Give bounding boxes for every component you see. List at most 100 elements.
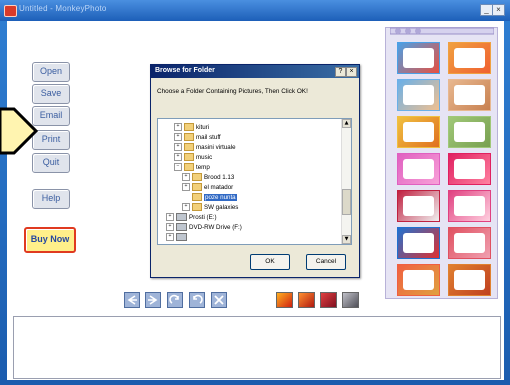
frame-thumbnail[interactable]	[448, 42, 491, 74]
buy-now-button[interactable]: Buy Now	[24, 227, 76, 253]
tree-item-label: SW galaxies	[204, 204, 239, 211]
rotate-left-icon[interactable]	[189, 292, 205, 308]
expand-toggle-icon[interactable]: +	[182, 183, 190, 192]
tree-item-label: mail stuff	[196, 134, 221, 141]
scroll-up-icon[interactable]: ▲	[342, 119, 351, 128]
effect-gray-icon[interactable]	[342, 292, 359, 308]
effect-fire2-icon[interactable]	[298, 292, 315, 308]
caption-textarea[interactable]	[13, 316, 501, 379]
dialog-close-button[interactable]: ×	[346, 67, 357, 77]
open-button[interactable]: Open	[32, 62, 70, 82]
tree-item-label: el matador	[204, 184, 234, 191]
expand-toggle-icon[interactable]: +	[166, 223, 174, 232]
expand-toggle-icon[interactable]: +	[182, 173, 190, 182]
expand-toggle-icon[interactable]: +	[174, 153, 182, 162]
effect-fire-icon[interactable]	[276, 292, 293, 308]
tree-item[interactable]: +	[166, 233, 189, 242]
tree-item[interactable]: + SW galaxies	[182, 203, 238, 212]
frame-thumbnail[interactable]	[448, 227, 491, 259]
expand-toggle-icon[interactable]: +	[174, 133, 182, 142]
delete-icon[interactable]	[211, 292, 227, 308]
tree-item[interactable]: + Prosti (E:)	[166, 213, 217, 222]
frame-thumbnail[interactable]	[397, 153, 440, 185]
tree-item-label: masini virtuale	[196, 144, 236, 151]
frame-photo-area	[454, 270, 485, 290]
title-bar[interactable]: Untitled - MonkeyPhoto _ ×	[0, 0, 510, 21]
frame-thumbnail[interactable]	[397, 42, 440, 74]
tree-item[interactable]: + mail stuff	[174, 133, 221, 142]
expand-toggle-icon[interactable]: −	[174, 163, 182, 172]
expand-toggle-icon[interactable]: +	[174, 123, 182, 132]
folder-icon	[192, 193, 202, 202]
frame-photo-area	[403, 196, 434, 216]
dialog-title: Browse for Folder	[155, 67, 215, 74]
folder-icon	[192, 173, 202, 182]
expand-toggle-icon[interactable]: +	[166, 213, 174, 222]
folder-tree[interactable]: ▲ ▼ + kituri + mail stuff + masini virtuale + m…	[157, 118, 352, 245]
frame-photo-area	[454, 233, 485, 253]
expand-toggle-icon[interactable]: +	[166, 233, 174, 242]
dialog-instruction: Choose a Folder Containing Pictures, The…	[157, 88, 308, 95]
tree-item[interactable]: − temp	[174, 163, 210, 172]
dialog-help-button[interactable]: ?	[335, 67, 346, 77]
drive-icon	[176, 223, 187, 232]
back-icon[interactable]	[124, 292, 140, 308]
ok-button[interactable]: OK	[250, 254, 290, 270]
frame-photo-area	[454, 85, 485, 105]
scroll-down-icon[interactable]: ▼	[342, 235, 351, 244]
frame-photo-area	[454, 48, 485, 68]
frame-photo-area	[403, 233, 434, 253]
app-window: Untitled - MonkeyPhoto _ × Open Save Ema…	[0, 0, 510, 385]
effect-red-icon[interactable]	[320, 292, 337, 308]
expand-toggle-icon[interactable]: +	[182, 203, 190, 212]
frame-thumbnail[interactable]	[448, 116, 491, 148]
drive-icon	[176, 213, 187, 222]
folder-icon	[184, 153, 194, 162]
folder-icon	[184, 163, 194, 172]
tree-item[interactable]: + DVD-RW Drive (F:)	[166, 223, 242, 232]
drive-icon	[176, 233, 187, 242]
app-icon	[4, 5, 17, 17]
frame-photo-area	[454, 196, 485, 216]
frame-thumbnail[interactable]	[448, 79, 491, 111]
tree-item[interactable]: + el matador	[182, 183, 233, 192]
folder-icon	[184, 123, 194, 132]
dialog-title-bar[interactable]: Browse for Folder ? ×	[151, 65, 359, 78]
frame-photo-area	[403, 159, 434, 179]
frames-header-decoration	[390, 27, 494, 35]
tree-item[interactable]: + Brood 1.13	[182, 173, 234, 182]
forward-icon[interactable]	[145, 292, 161, 308]
frame-thumbnail[interactable]	[397, 79, 440, 111]
frame-thumbnail[interactable]	[397, 264, 440, 296]
browse-folder-dialog: Browse for Folder ? × Choose a Folder Co…	[150, 64, 360, 278]
cancel-button[interactable]: Cancel	[306, 254, 346, 270]
tree-item-label: DVD-RW Drive (F:)	[189, 224, 242, 231]
expand-toggle-icon[interactable]: +	[174, 143, 182, 152]
frame-photo-area	[403, 85, 434, 105]
frame-thumbnail[interactable]	[397, 190, 440, 222]
tree-scrollbar[interactable]: ▲ ▼	[341, 119, 351, 244]
tree-item-label: poze nunta	[204, 194, 237, 201]
frame-photo-area	[454, 159, 485, 179]
close-button[interactable]: ×	[492, 4, 505, 16]
frame-photo-area	[403, 270, 434, 290]
tree-item[interactable]: + music	[174, 153, 212, 162]
frame-thumbnail[interactable]	[397, 227, 440, 259]
window-title: Untitled - MonkeyPhoto	[19, 4, 107, 13]
tree-item[interactable]: + kituri	[174, 123, 209, 132]
folder-icon	[192, 183, 202, 192]
help-button[interactable]: Help	[32, 189, 70, 209]
save-button[interactable]: Save	[32, 84, 70, 104]
scroll-thumb[interactable]	[342, 189, 351, 215]
tree-item-label: Brood 1.13	[204, 174, 235, 181]
rotate-right-icon[interactable]	[167, 292, 183, 308]
frame-thumbnail[interactable]	[448, 264, 491, 296]
tree-item-label: Prosti (E:)	[189, 214, 217, 221]
tree-item-label: music	[196, 154, 213, 161]
frame-thumbnail[interactable]	[397, 116, 440, 148]
frame-photo-area	[454, 122, 485, 142]
frame-thumbnail[interactable]	[448, 153, 491, 185]
tree-item[interactable]: poze nunta	[182, 193, 237, 202]
frame-thumbnail[interactable]	[448, 190, 491, 222]
tree-item[interactable]: + masini virtuale	[174, 143, 236, 152]
